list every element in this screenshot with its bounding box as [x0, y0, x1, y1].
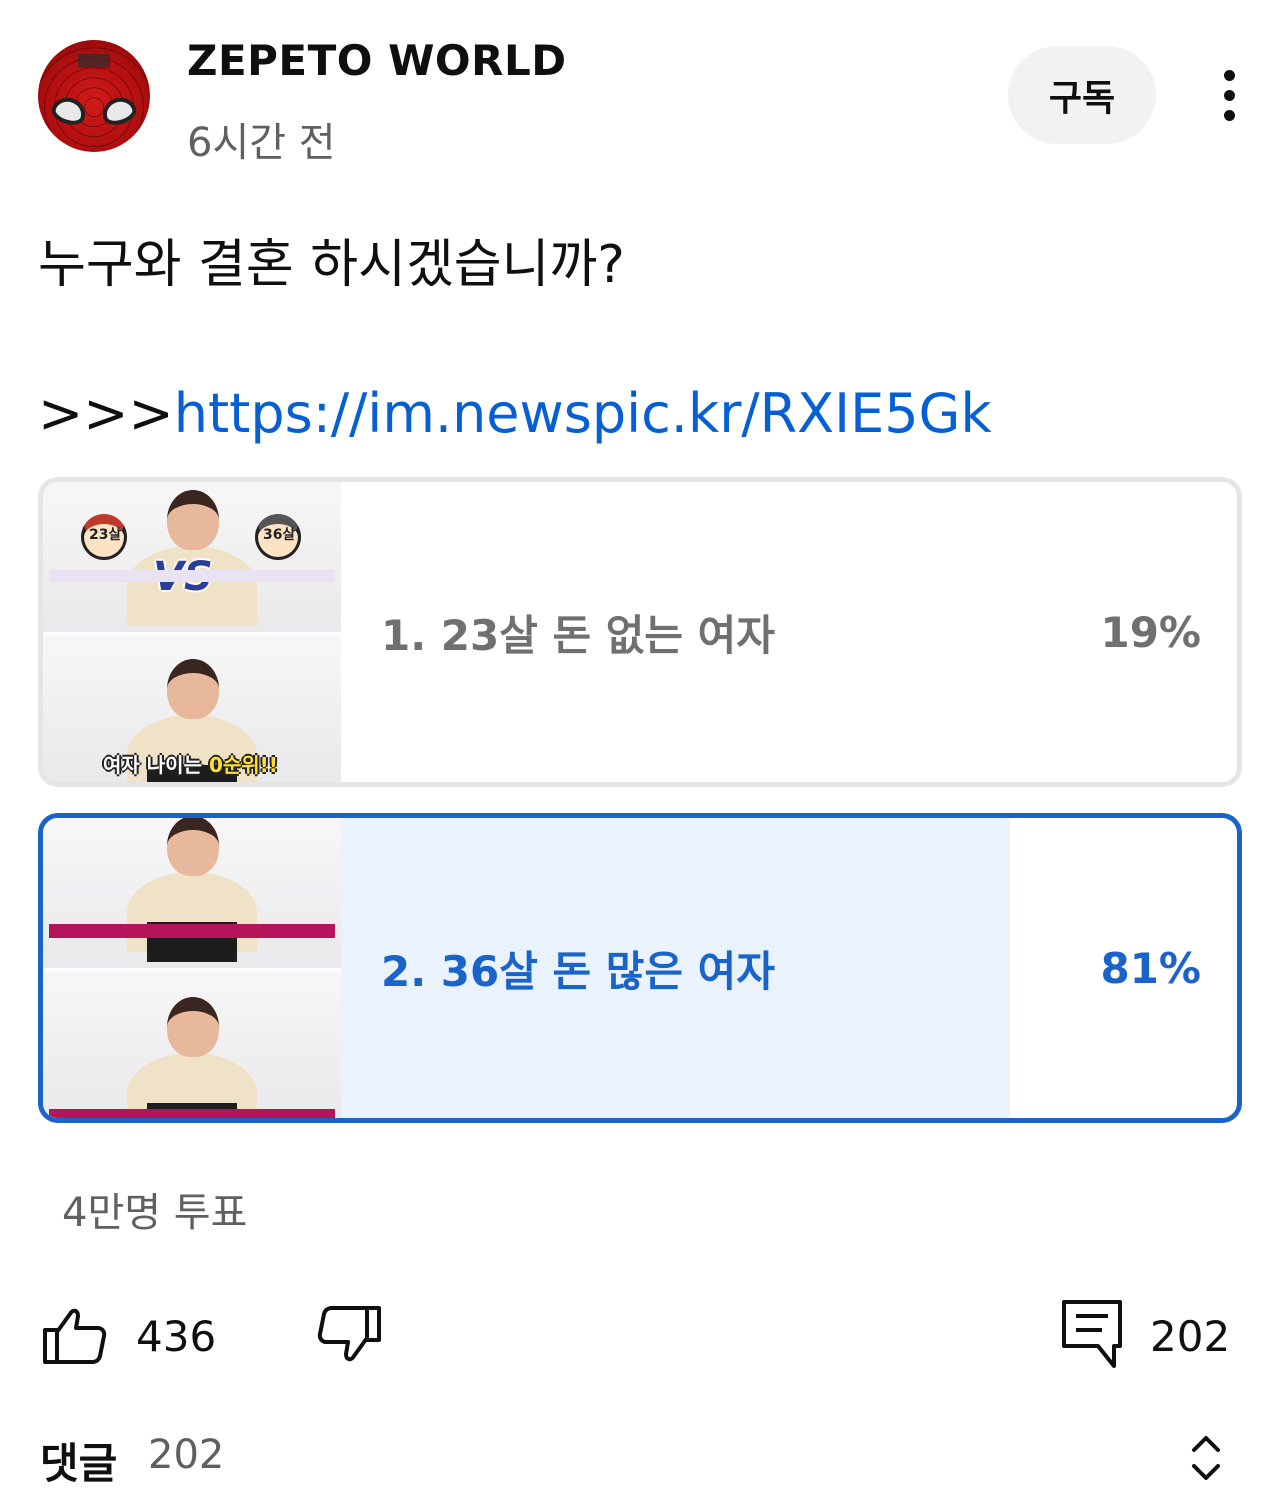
- poll-option-label: 2. 36살 돈 많은 여자: [381, 946, 775, 996]
- caption-text: 여자 나이는: [103, 753, 209, 777]
- action-bar: 436 202: [0, 1290, 1280, 1380]
- more-dot: [1224, 70, 1235, 81]
- comments-count: 202: [148, 1432, 225, 1478]
- post-link-line: >>>https://im.newspic.kr/RXIE5Gk: [38, 382, 992, 445]
- thumbnail-top-frame: 23살 36살 VS: [43, 482, 341, 632]
- poll-option-1[interactable]: 23살 36살 VS 여자 나이는 0순위!! 1. 23살 돈 없는 여자 1…: [38, 477, 1242, 787]
- post-header: ZEPETO WORLD 6시간 전 구독: [0, 0, 1280, 180]
- thumbnail-bottom-frame: 여자 나이는 0순위!!: [43, 632, 341, 782]
- thumbnail-caption: 여자 나이는 0순위!!: [103, 749, 278, 778]
- post-link[interactable]: https://im.newspic.kr/RXIE5Gk: [174, 382, 992, 445]
- more-vertical-icon[interactable]: [1206, 66, 1254, 126]
- thumbnail-age-b: 36살: [263, 527, 296, 543]
- thumbnail-person: [117, 818, 267, 962]
- thumbnail-bottom-frame: [43, 968, 341, 1118]
- more-dot: [1224, 110, 1235, 121]
- avatar-logo-mark: [78, 54, 110, 68]
- unfold-icon[interactable]: [1184, 1432, 1228, 1484]
- thumbnail-strip: [49, 570, 335, 582]
- poll-option-percent: 19%: [1100, 607, 1201, 657]
- thumbnail-caption-bar: [49, 1109, 335, 1118]
- caption-highlight: 0순위!!: [208, 753, 278, 777]
- thumbnail-top-frame: [43, 818, 341, 968]
- subscribe-button[interactable]: 구독: [1008, 46, 1156, 144]
- thumbs-down-icon[interactable]: [314, 1300, 384, 1370]
- like-count: 436: [136, 1312, 217, 1361]
- poll-option-2[interactable]: 2. 36살 돈 많은 여자 81%: [38, 813, 1242, 1123]
- thumbs-up-icon[interactable]: [40, 1300, 110, 1370]
- thumbnail-person: [117, 991, 267, 1118]
- channel-name[interactable]: ZEPETO WORLD: [187, 36, 567, 85]
- more-dot: [1224, 90, 1235, 101]
- link-prefix: >>>: [38, 382, 174, 445]
- poll-vote-count: 4만명 투표: [62, 1190, 248, 1236]
- comments-title: 댓글: [40, 1439, 118, 1488]
- comment-count: 202: [1150, 1312, 1231, 1361]
- comment-icon[interactable]: [1058, 1296, 1128, 1372]
- channel-avatar[interactable]: [38, 40, 150, 152]
- poll-option-label: 1. 23살 돈 없는 여자: [381, 610, 775, 660]
- poll-option-thumbnail: 23살 36살 VS 여자 나이는 0순위!!: [43, 482, 341, 782]
- poll-option-percent: 81%: [1100, 943, 1201, 993]
- thumbnail-caption-bar: [49, 924, 335, 938]
- poll-option-thumbnail: [43, 818, 341, 1118]
- post-question: 누구와 결혼 하시겠습니까?: [38, 235, 625, 295]
- thumbnail-age-a: 23살: [89, 527, 122, 543]
- post-time: 6시간 전: [187, 120, 336, 166]
- comments-header[interactable]: 댓글 202: [0, 1420, 1280, 1500]
